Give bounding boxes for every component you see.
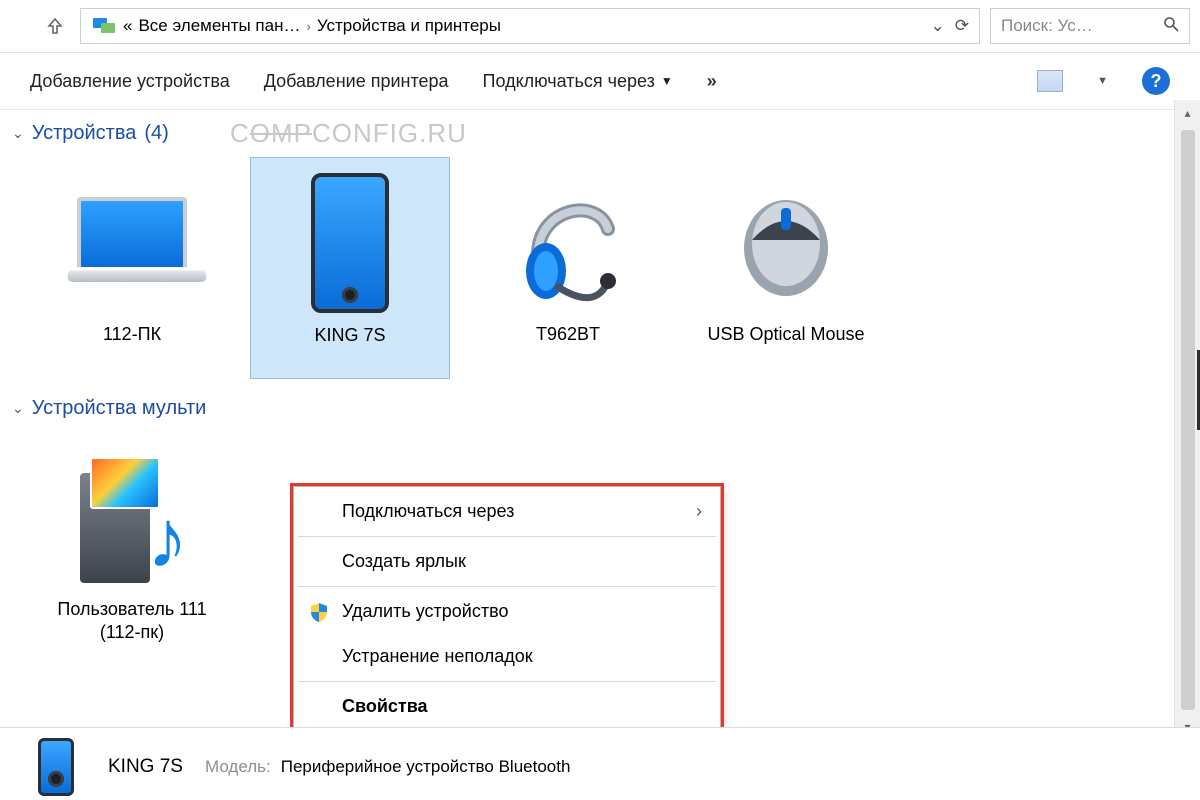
- chevron-right-icon: ›: [306, 19, 310, 34]
- scroll-up-icon[interactable]: ▴: [1175, 100, 1200, 126]
- mouse-icon: [701, 167, 871, 317]
- device-label: Пользователь 111 (112-пк): [40, 598, 224, 646]
- device-label: USB Optical Mouse: [707, 323, 864, 371]
- device-item-user111[interactable]: ♪ Пользователь 111 (112-пк): [32, 432, 232, 652]
- phone-icon: [265, 168, 435, 318]
- details-model-key: Модель:: [205, 757, 271, 777]
- group-devices-count: (4): [144, 122, 168, 145]
- breadcrumb-refresh-icon[interactable]: ⟳: [955, 16, 969, 36]
- nav-up-icon[interactable]: [40, 11, 70, 41]
- toolbar-connect-via-label: Подключаться через: [483, 71, 655, 92]
- group-devices-header[interactable]: ⌄ Устройства (4): [12, 118, 1200, 151]
- view-mode-button[interactable]: [1037, 70, 1063, 92]
- menu-properties[interactable]: Свойства: [294, 684, 720, 729]
- toolbar: Добавление устройства Добавление принтер…: [0, 53, 1200, 110]
- headset-icon: [483, 167, 653, 317]
- chevron-down-icon: ⌄: [12, 125, 24, 142]
- menu-separator: [298, 536, 716, 537]
- search-placeholder: Поиск: Ус…: [1001, 16, 1093, 36]
- device-label: 112-ПК: [103, 323, 161, 371]
- context-menu: Подключаться через › Создать ярлык Удали…: [293, 486, 721, 732]
- toolbar-connect-via[interactable]: Подключаться через ▼: [483, 71, 673, 92]
- details-model-value: Периферийное устройство Bluetooth: [281, 757, 571, 777]
- group-multimedia-title: Устройства мульти: [32, 397, 207, 420]
- breadcrumb-seg-2[interactable]: Устройства и принтеры: [317, 16, 501, 36]
- watermark: COMPCONFIG.RU: [230, 118, 467, 149]
- menu-connect-via[interactable]: Подключаться через ›: [294, 489, 720, 534]
- breadcrumb-prefix: «: [123, 16, 132, 36]
- search-icon[interactable]: [1163, 16, 1179, 37]
- device-label: KING 7S: [314, 324, 385, 372]
- menu-separator: [298, 586, 716, 587]
- device-item-king7s[interactable]: KING 7S: [250, 157, 450, 379]
- menu-item-label: Удалить устройство: [342, 601, 508, 622]
- help-button[interactable]: ?: [1142, 67, 1170, 95]
- breadcrumb-dropdown-icon[interactable]: ⌄: [931, 16, 945, 36]
- chevron-down-icon: ▼: [661, 74, 673, 88]
- details-pane: KING 7S Модель: Периферийное устройство …: [0, 727, 1200, 800]
- scrollbar-thumb[interactable]: [1181, 130, 1195, 710]
- device-item-mouse[interactable]: USB Optical Mouse: [686, 157, 886, 379]
- menu-separator: [298, 681, 716, 682]
- device-label: T962BT: [536, 323, 600, 371]
- menu-item-label: Подключаться через: [342, 501, 514, 522]
- chevron-right-icon: ›: [696, 501, 702, 522]
- media-device-icon: ♪: [47, 442, 217, 592]
- device-item-t962bt[interactable]: T962BT: [468, 157, 668, 379]
- menu-create-shortcut[interactable]: Создать ярлык: [294, 539, 720, 584]
- toolbar-add-printer[interactable]: Добавление принтера: [264, 71, 449, 92]
- menu-item-label: Создать ярлык: [342, 551, 466, 572]
- menu-troubleshoot[interactable]: Устранение неполадок: [294, 634, 720, 679]
- control-panel-icon: [91, 13, 117, 39]
- search-input[interactable]: Поиск: Ус…: [990, 8, 1190, 44]
- breadcrumb[interactable]: « Все элементы пан… › Устройства и принт…: [80, 8, 980, 44]
- toolbar-add-device[interactable]: Добавление устройства: [30, 71, 230, 92]
- details-name: KING 7S: [108, 756, 183, 778]
- view-mode-dropdown-icon[interactable]: ▼: [1097, 75, 1108, 87]
- group-devices-title: Устройства: [32, 122, 137, 145]
- laptop-icon: [47, 167, 217, 317]
- group-multimedia-header[interactable]: ⌄ Устройства мульти: [12, 393, 1200, 426]
- breadcrumb-seg-1[interactable]: Все элементы пан…: [138, 16, 300, 36]
- menu-item-label: Свойства: [342, 696, 428, 717]
- device-item-112pk[interactable]: 112-ПК: [32, 157, 232, 379]
- phone-icon: [26, 738, 86, 796]
- shield-icon: [308, 601, 330, 623]
- toolbar-overflow-icon[interactable]: »: [707, 71, 717, 92]
- chevron-down-icon: ⌄: [12, 400, 24, 417]
- menu-remove-device[interactable]: Удалить устройство: [294, 589, 720, 634]
- menu-item-label: Устранение неполадок: [342, 646, 533, 667]
- content-area: COMPCONFIG.RU ⌄ Устройства (4) 112-ПК KI…: [0, 110, 1200, 750]
